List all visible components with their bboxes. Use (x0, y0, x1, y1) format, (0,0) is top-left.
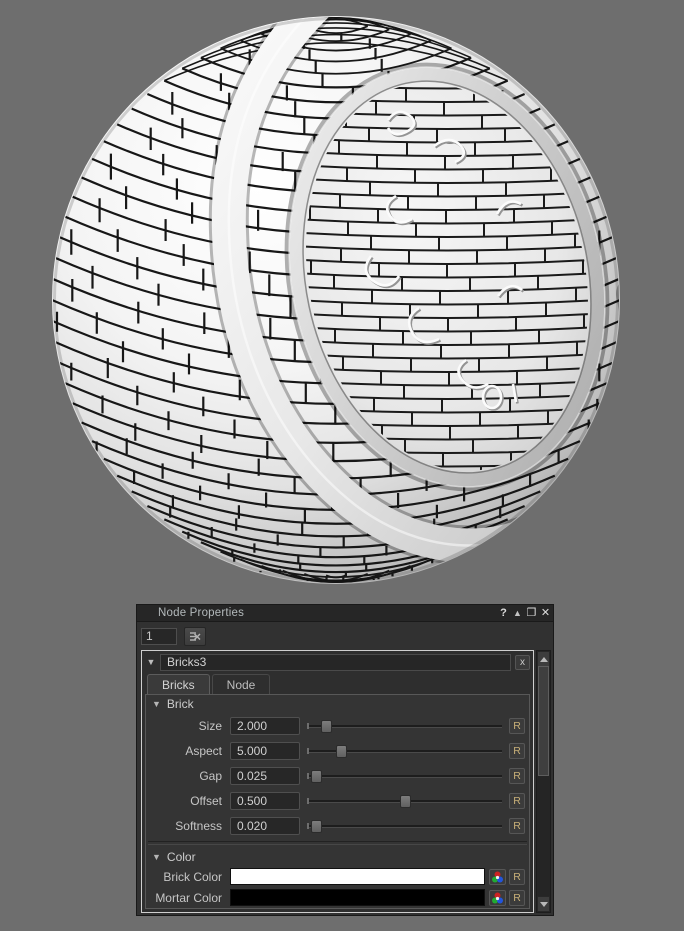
section-title: Color (167, 850, 196, 864)
aspect-reset-button[interactable]: R (509, 743, 525, 759)
section-triangle-icon: ▼ (152, 699, 161, 709)
float-window-icon[interactable]: ❐ (525, 606, 538, 620)
mortar-color-reset-button[interactable]: R (509, 890, 525, 906)
scrollbar[interactable] (536, 650, 551, 913)
rgb-color-icon (491, 892, 504, 904)
viewport-3d (0, 0, 684, 620)
collapse-triangle-icon[interactable]: ▼ (142, 657, 160, 667)
scroll-up-button[interactable] (537, 651, 550, 667)
size-slider[interactable] (306, 717, 503, 735)
property-label: Aspect (146, 744, 230, 758)
slider-endcap (307, 798, 309, 804)
section-header-color[interactable]: ▼ Color (146, 848, 529, 866)
panel-title: Node Properties (137, 607, 497, 619)
slider-endcap (307, 773, 309, 779)
offset-value-field[interactable]: 0.500 (230, 792, 300, 810)
node-name-field[interactable]: Bricks3 (160, 654, 511, 671)
close-icon[interactable]: ✕ (539, 606, 552, 620)
scroll-down-icon (540, 902, 548, 907)
tab-node[interactable]: Node (212, 674, 271, 695)
selection-count-input[interactable] (141, 628, 177, 645)
softness-reset-button[interactable]: R (509, 818, 525, 834)
tab-bricks[interactable]: Bricks (147, 674, 210, 695)
property-label: Size (146, 719, 230, 733)
softness-slider[interactable] (306, 817, 503, 835)
property-label: Gap (146, 769, 230, 783)
gap-reset-button[interactable]: R (509, 768, 525, 784)
section-title: Brick (167, 697, 194, 711)
rgb-color-icon (491, 871, 504, 883)
property-row-gap: Gap 0.025 R (146, 763, 529, 788)
property-label: Brick Color (146, 870, 230, 884)
help-icon[interactable]: ? (497, 606, 510, 620)
slider-track (307, 825, 502, 828)
size-reset-button[interactable]: R (509, 718, 525, 734)
panel-scroll-area: ▼ Bricks3 x Bricks Node ▼ Brick Size 2.0… (141, 650, 551, 913)
property-row-size: Size 2.000 R (146, 713, 529, 738)
slider-endcap (307, 823, 309, 829)
property-label: Softness (146, 819, 230, 833)
slider-thumb[interactable] (311, 820, 322, 833)
offset-reset-button[interactable]: R (509, 793, 525, 809)
scroll-down-button[interactable] (537, 896, 550, 912)
collapse-icon[interactable]: ▲ (511, 606, 524, 620)
preview-sphere (0, 0, 684, 620)
size-value-field[interactable]: 2.000 (230, 717, 300, 735)
mortar-color-picker-button[interactable] (489, 890, 506, 906)
slider-endcap (307, 748, 309, 754)
slider-track (307, 725, 502, 728)
slider-thumb[interactable] (336, 745, 347, 758)
aspect-value-field[interactable]: 5.000 (230, 742, 300, 760)
softness-value-field[interactable]: 0.020 (230, 817, 300, 835)
slider-endcap (307, 723, 309, 729)
panel-titlebar[interactable]: Node Properties ? ▲ ❐ ✕ (137, 605, 553, 622)
panel-toolbar (137, 622, 553, 650)
property-row-aspect: Aspect 5.000 R (146, 738, 529, 763)
node-properties-panel: Node Properties ? ▲ ❐ ✕ ▼ Bricks3 (136, 604, 554, 916)
slider-thumb[interactable] (321, 720, 332, 733)
section-triangle-icon: ▼ (152, 852, 161, 862)
tab-bar: Bricks Node (142, 674, 533, 695)
offset-slider[interactable] (306, 792, 503, 810)
gap-slider[interactable] (306, 767, 503, 785)
slider-thumb[interactable] (400, 795, 411, 808)
node-group-bricks3: ▼ Bricks3 x Bricks Node ▼ Brick Size 2.0… (141, 650, 534, 913)
property-label: Mortar Color (146, 891, 230, 905)
property-row-offset: Offset 0.500 R (146, 788, 529, 813)
property-row-softness: Softness 0.020 R (146, 813, 529, 838)
brick-color-swatch[interactable] (230, 868, 485, 885)
gap-value-field[interactable]: 0.025 (230, 767, 300, 785)
section-divider (148, 841, 527, 845)
scroll-up-icon (540, 657, 548, 662)
aspect-slider[interactable] (306, 742, 503, 760)
brick-color-reset-button[interactable]: R (509, 869, 525, 885)
node-header: ▼ Bricks3 x (142, 651, 533, 673)
node-close-button[interactable]: x (515, 655, 530, 670)
property-row-mortar-color: Mortar Color R (146, 887, 529, 908)
slider-track (307, 775, 502, 778)
brick-color-picker-button[interactable] (489, 869, 506, 885)
property-row-brick-color: Brick Color R (146, 866, 529, 887)
clear-list-icon (189, 631, 201, 642)
mortar-color-swatch[interactable] (230, 889, 485, 906)
property-label: Offset (146, 794, 230, 808)
slider-thumb[interactable] (311, 770, 322, 783)
scrollbar-thumb[interactable] (538, 666, 549, 776)
clear-selection-button[interactable] (184, 627, 206, 646)
section-header-brick[interactable]: ▼ Brick (146, 695, 529, 713)
properties-content: ▼ Brick Size 2.000 R Aspect 5.000 (145, 694, 530, 909)
